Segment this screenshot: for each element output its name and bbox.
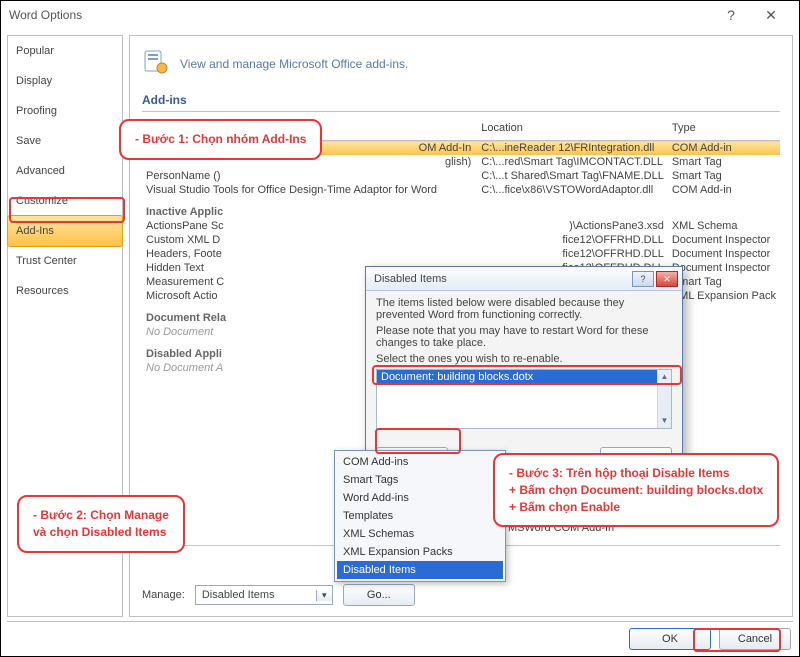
go-button[interactable]: Go...: [343, 584, 415, 606]
help-button[interactable]: ?: [711, 7, 751, 23]
sidebar-item-proofing[interactable]: Proofing: [8, 96, 122, 126]
menu-item-templates[interactable]: Templates: [337, 507, 503, 525]
manage-combobox[interactable]: Disabled Items ▾: [195, 585, 333, 605]
addin-row[interactable]: Custom XML Dfice12\OFFRHD.DLLDocument In…: [142, 233, 780, 247]
close-button[interactable]: ✕: [751, 7, 791, 24]
callout-step1: - Bước 1: Chọn nhóm Add-Ins: [119, 119, 322, 160]
addin-row[interactable]: Visual Studio Tools for Office Design-Ti…: [142, 183, 780, 197]
scroll-up-icon: ▲: [658, 370, 671, 384]
menu-item-xml-expansion[interactable]: XML Expansion Packs: [337, 543, 503, 561]
cancel-button[interactable]: Cancel: [719, 628, 791, 650]
manage-menu: COM Add-ins Smart Tags Word Add-ins Temp…: [334, 450, 506, 582]
menu-item-com-addins[interactable]: COM Add-ins: [337, 453, 503, 471]
titlebar: Word Options ? ✕: [1, 1, 799, 29]
addin-row[interactable]: ActionsPane Sc)\ActionsPane3.xsdXML Sche…: [142, 219, 780, 233]
dialog-text-3: Select the ones you wish to re-enable.: [376, 353, 672, 365]
menu-item-disabled-items[interactable]: Disabled Items: [337, 561, 503, 579]
dialog-text-2: Please note that you may have to restart…: [376, 325, 672, 349]
dialog-text-1: The items listed below were disabled bec…: [376, 297, 672, 321]
col-type: Type: [668, 116, 780, 141]
intro-text: View and manage Microsoft Office add-ins…: [180, 57, 408, 71]
sidebar-item-resources[interactable]: Resources: [8, 276, 122, 306]
scroll-down-icon: ▼: [658, 414, 671, 428]
manage-label: Manage:: [142, 589, 185, 601]
dialog-help-button[interactable]: ?: [632, 271, 654, 287]
addins-icon: [142, 48, 170, 79]
disabled-items-dialog: Disabled Items ? ✕ The items listed belo…: [365, 266, 683, 480]
dialog-title: Disabled Items: [374, 273, 630, 285]
callout-step2: - Bước 2: Chọn Managevà chọn Disabled It…: [17, 495, 185, 553]
sidebar-item-customize[interactable]: Customize: [8, 186, 122, 216]
manage-value: Disabled Items: [196, 589, 316, 601]
disabled-items-list[interactable]: Document: building blocks.dotx ▲ ▼: [376, 369, 672, 429]
sidebar-item-display[interactable]: Display: [8, 66, 122, 96]
ok-button[interactable]: OK: [629, 628, 711, 650]
inactive-group-label: Inactive Applic: [146, 198, 776, 218]
addin-row[interactable]: PersonName () C:\...t Shared\Smart Tag\F…: [142, 169, 780, 183]
addin-row[interactable]: Headers, Footefice12\OFFRHD.DLLDocument …: [142, 247, 780, 261]
docrel-sub: No Document: [146, 326, 213, 338]
sidebar-item-addins[interactable]: Add-Ins: [7, 215, 123, 247]
scrollbar[interactable]: ▲ ▼: [657, 370, 671, 428]
section-addins-heading: Add-ins: [142, 89, 780, 112]
menu-item-xml-schemas[interactable]: XML Schemas: [337, 525, 503, 543]
dialog-close-button[interactable]: ✕: [656, 271, 678, 287]
sidebar-item-save[interactable]: Save: [8, 126, 122, 156]
disabled-item-selected[interactable]: Document: building blocks.dotx: [377, 370, 657, 384]
chevron-down-icon: ▾: [316, 590, 332, 601]
sidebar-item-advanced[interactable]: Advanced: [8, 156, 122, 186]
word-options-window: Word Options ? ✕ Popular Display Proofin…: [0, 0, 800, 657]
sidebar-item-popular[interactable]: Popular: [8, 36, 122, 66]
disabled-sub: No Document A: [146, 362, 223, 374]
sidebar-item-trust-center[interactable]: Trust Center: [8, 246, 122, 276]
col-location: Location: [477, 116, 668, 141]
callout-step3: - Bước 3: Trên hộp thoại Disable Items+ …: [493, 453, 779, 527]
window-title: Word Options: [9, 8, 711, 22]
menu-item-word-addins[interactable]: Word Add-ins: [337, 489, 503, 507]
menu-item-smart-tags[interactable]: Smart Tags: [337, 471, 503, 489]
footer-separator: [7, 621, 793, 622]
